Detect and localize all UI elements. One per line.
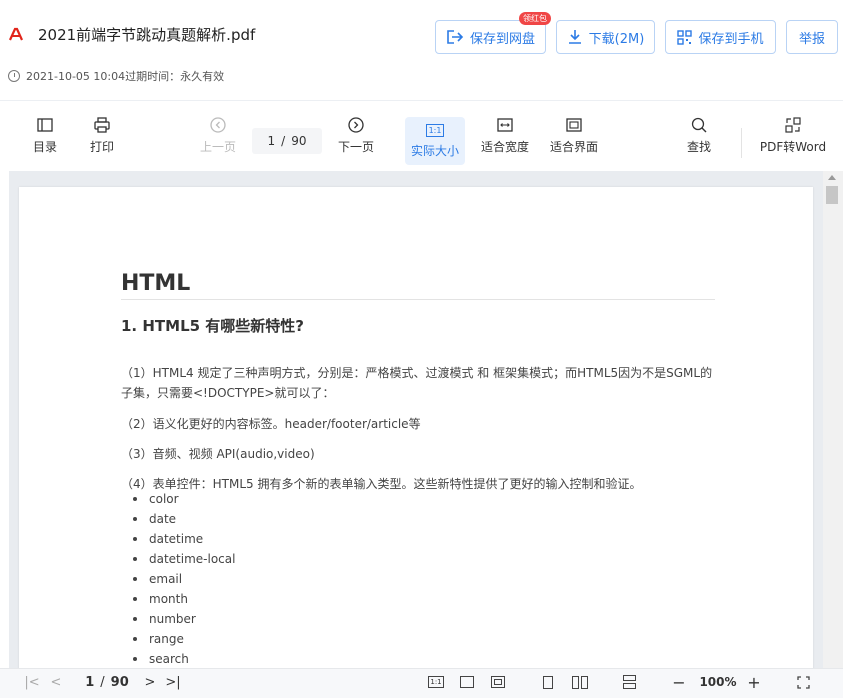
save-to-cloud-icon [447, 30, 464, 44]
pdf-page: HTML 1. HTML5 有哪些新特性? （1）HTML4 规定了三种声明方式… [19, 187, 813, 668]
next-page-label: 下一页 [337, 140, 374, 154]
doc-paragraph-2: （2）语义化更好的内容标签。header/footer/article等 [121, 417, 421, 431]
page-total: 90 [291, 134, 307, 148]
pdf-to-word-label: PDF转Word [759, 140, 827, 154]
clock-icon [8, 70, 20, 82]
print-button[interactable]: 打印 [70, 114, 134, 155]
list-item: month [133, 589, 235, 609]
file-title: 2021前端字节跳动真题解析.pdf [38, 26, 256, 44]
list-item: datetime [133, 529, 235, 549]
expire-info: 过期时间：永久有效 [125, 70, 225, 83]
input-type-list: color date datetime datetime-local email… [133, 489, 235, 668]
first-page-icon[interactable]: |< [24, 672, 40, 692]
report-label: 举报 [798, 31, 825, 47]
actual-size-small-icon[interactable]: 1:1 [427, 672, 445, 692]
report-button[interactable]: 举报 [786, 20, 838, 54]
prev-page-button[interactable]: 上一页 [186, 114, 250, 155]
two-page-icon[interactable] [570, 672, 590, 692]
list-item: number [133, 609, 235, 629]
page-separator: / [281, 134, 286, 148]
upload-date: 2021-10-05 10:04 [26, 70, 126, 83]
fit-width-icon [497, 118, 513, 132]
printer-icon [94, 117, 110, 133]
print-label: 打印 [89, 140, 114, 154]
next-page-icon[interactable]: > [142, 672, 158, 692]
fit-width-button[interactable]: 适合宽度 [473, 114, 537, 155]
save-to-phone-label: 保存到手机 [698, 31, 764, 47]
list-item: datetime-local [133, 549, 235, 569]
scrollbar-thumb[interactable] [826, 186, 838, 204]
save-to-cloud-button[interactable]: 保存到网盘 [435, 20, 546, 54]
toc-label: 目录 [32, 140, 57, 154]
actual-size-label: 实际大小 [410, 144, 459, 158]
doc-heading-rule [121, 299, 715, 300]
doc-paragraph-3: （3）音频、视频 API(audio,video) [121, 447, 315, 461]
save-to-phone-button[interactable]: 保存到手机 [665, 20, 776, 54]
continuous-scroll-icon[interactable] [620, 672, 638, 692]
single-page-icon[interactable] [540, 672, 556, 692]
download-icon [568, 30, 581, 44]
prev-page-label: 上一页 [199, 140, 236, 154]
list-item: color [133, 489, 235, 509]
header-divider [0, 100, 843, 101]
download-label: 下载(2M) [588, 31, 645, 47]
page-indicator[interactable]: 1 / 90 [252, 128, 322, 154]
scroll-up-arrow-icon[interactable] [828, 175, 836, 180]
list-item: email [133, 569, 235, 589]
file-meta: 2021-10-05 10:04过期时间：永久有效 [8, 68, 224, 84]
save-to-cloud-label: 保存到网盘 [469, 31, 535, 47]
toc-icon [37, 118, 53, 132]
actual-size-icon: 1:1 [425, 123, 445, 137]
bottom-page-current[interactable]: 1 [85, 675, 94, 690]
fit-page-button[interactable]: 适合界面 [542, 114, 606, 155]
bottom-page-indicator[interactable]: 1 / 90 [76, 672, 138, 692]
doc-paragraph-1: （1）HTML4 规定了三种声明方式，分别是：严格模式、过渡模式 和 框架集模式… [121, 366, 713, 400]
pdf-file-icon [8, 27, 24, 41]
zoom-out-button[interactable]: − [670, 672, 688, 692]
pdf-to-word-button[interactable]: PDF转Word [757, 114, 829, 155]
fit-width-label: 适合宽度 [480, 140, 529, 154]
list-item: search [133, 649, 235, 668]
page-current[interactable]: 1 [268, 134, 276, 148]
toolbar-divider [741, 128, 742, 158]
zoom-level[interactable]: 100% [696, 672, 740, 692]
list-item: date [133, 509, 235, 529]
chevron-left-circle-icon [210, 117, 226, 133]
qr-code-icon [677, 29, 693, 45]
bottom-page-total: 90 [110, 674, 129, 690]
search-label: 查找 [686, 140, 711, 154]
next-page-button[interactable]: 下一页 [324, 114, 388, 155]
list-item: range [133, 629, 235, 649]
download-button[interactable]: 下载(2M) [556, 20, 655, 54]
prev-page-icon[interactable]: < [48, 672, 64, 692]
doc-heading-2: 1. HTML5 有哪些新特性? [121, 317, 304, 335]
zoom-in-button[interactable]: + [745, 672, 763, 692]
doc-heading-1: HTML [121, 271, 191, 296]
document-viewer[interactable]: HTML 1. HTML5 有哪些新特性? （1）HTML4 规定了三种声明方式… [9, 171, 823, 668]
red-packet-badge[interactable]: 领红包 [519, 12, 551, 25]
actual-size-button[interactable]: 1:1 实际大小 [405, 117, 465, 165]
fit-page-icon [566, 118, 582, 132]
bottom-page-separator: / [100, 674, 105, 690]
fit-page-label: 适合界面 [549, 140, 598, 154]
chevron-right-circle-icon [348, 117, 364, 133]
fullscreen-icon[interactable] [794, 672, 812, 692]
search-icon [691, 117, 707, 133]
last-page-icon[interactable]: >| [164, 672, 182, 692]
vertical-scrollbar[interactable] [823, 171, 843, 668]
search-button[interactable]: 查找 [667, 114, 731, 155]
fit-page-small-icon[interactable] [489, 672, 507, 692]
toc-button[interactable]: 目录 [13, 114, 77, 155]
fit-width-small-icon[interactable] [458, 672, 476, 692]
convert-icon [785, 117, 801, 133]
